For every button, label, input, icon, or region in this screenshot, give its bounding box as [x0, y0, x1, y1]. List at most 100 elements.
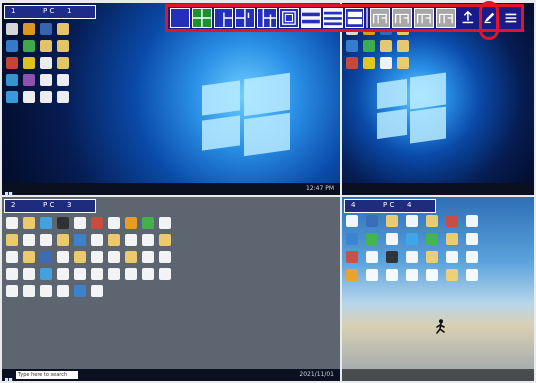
app-icon[interactable]: [6, 40, 18, 52]
file-icon[interactable]: [386, 269, 398, 281]
app-icon[interactable]: [74, 234, 86, 246]
app-icon[interactable]: [346, 269, 358, 281]
app-icon[interactable]: [23, 57, 35, 69]
search-input[interactable]: Type here to search: [16, 371, 78, 379]
file-icon[interactable]: [6, 217, 18, 229]
folder-icon[interactable]: [74, 251, 86, 263]
app-icon[interactable]: [366, 233, 378, 245]
app-icon[interactable]: [386, 251, 398, 263]
app-icon[interactable]: [346, 233, 358, 245]
display-a-icon[interactable]: [370, 8, 391, 28]
folder-icon[interactable]: [386, 215, 398, 227]
file-icon[interactable]: [74, 217, 86, 229]
display-d-icon[interactable]: [435, 8, 456, 28]
file-icon[interactable]: [108, 251, 120, 263]
layout-single-icon[interactable]: [170, 8, 190, 28]
layout-triple-icon[interactable]: [257, 8, 278, 28]
file-icon[interactable]: [40, 57, 52, 69]
file-icon[interactable]: [6, 285, 18, 297]
app-icon[interactable]: [346, 215, 358, 227]
quadrant-bottom-left[interactable]: 2 P C 3 Type here to search 2021/11/01: [2, 197, 340, 381]
layout-stack-2-icon[interactable]: [300, 8, 321, 28]
file-icon[interactable]: [466, 251, 478, 263]
app-icon[interactable]: [23, 40, 35, 52]
app-icon[interactable]: [346, 251, 358, 263]
menu-icon[interactable]: [501, 8, 521, 28]
folder-icon[interactable]: [446, 269, 458, 281]
folder-icon[interactable]: [23, 217, 35, 229]
file-icon[interactable]: [366, 269, 378, 281]
file-icon[interactable]: [23, 234, 35, 246]
app-icon[interactable]: [6, 23, 18, 35]
file-icon[interactable]: [386, 233, 398, 245]
app-icon[interactable]: [6, 91, 18, 103]
file-icon[interactable]: [108, 268, 120, 280]
layout-pip-icon[interactable]: [279, 8, 299, 28]
file-icon[interactable]: [6, 268, 18, 280]
folder-icon[interactable]: [57, 40, 69, 52]
app-icon[interactable]: [57, 217, 69, 229]
file-icon[interactable]: [91, 268, 103, 280]
file-icon[interactable]: [466, 215, 478, 227]
quadrant-bottom-right[interactable]: 4 P C 4: [342, 197, 534, 381]
app-icon[interactable]: [363, 40, 375, 52]
folder-icon[interactable]: [397, 57, 409, 69]
file-icon[interactable]: [57, 74, 69, 86]
folder-icon[interactable]: [57, 57, 69, 69]
file-icon[interactable]: [57, 268, 69, 280]
app-icon[interactable]: [40, 23, 52, 35]
file-icon[interactable]: [57, 285, 69, 297]
file-icon[interactable]: [142, 234, 154, 246]
layout-split-right-icon[interactable]: [235, 8, 256, 28]
file-icon[interactable]: [159, 268, 171, 280]
app-icon[interactable]: [426, 233, 438, 245]
folder-icon[interactable]: [108, 234, 120, 246]
file-icon[interactable]: [91, 251, 103, 263]
layout-stack-3-icon[interactable]: [322, 8, 343, 28]
file-icon[interactable]: [366, 251, 378, 263]
pane-tab[interactable]: 1 P C 1: [4, 5, 96, 19]
file-icon[interactable]: [446, 251, 458, 263]
folder-icon[interactable]: [57, 23, 69, 35]
app-icon[interactable]: [366, 215, 378, 227]
file-icon[interactable]: [23, 268, 35, 280]
file-icon[interactable]: [466, 269, 478, 281]
folder-icon[interactable]: [397, 40, 409, 52]
layout-quad-icon[interactable]: [191, 8, 212, 28]
app-icon[interactable]: [6, 57, 18, 69]
file-icon[interactable]: [142, 268, 154, 280]
file-icon[interactable]: [125, 234, 137, 246]
app-icon[interactable]: [346, 57, 358, 69]
folder-icon[interactable]: [446, 233, 458, 245]
file-icon[interactable]: [57, 91, 69, 103]
app-icon[interactable]: [6, 74, 18, 86]
folder-icon[interactable]: [380, 40, 392, 52]
pane-tab[interactable]: 4 P C 4: [344, 199, 436, 213]
folder-icon[interactable]: [159, 234, 171, 246]
upload-icon[interactable]: [457, 8, 478, 28]
app-icon[interactable]: [23, 74, 35, 86]
file-icon[interactable]: [466, 233, 478, 245]
file-icon[interactable]: [91, 285, 103, 297]
file-icon[interactable]: [40, 74, 52, 86]
file-icon[interactable]: [406, 269, 418, 281]
file-icon[interactable]: [23, 91, 35, 103]
file-icon[interactable]: [40, 285, 52, 297]
folder-icon[interactable]: [426, 215, 438, 227]
file-icon[interactable]: [40, 91, 52, 103]
app-icon[interactable]: [363, 57, 375, 69]
folder-icon[interactable]: [57, 234, 69, 246]
file-icon[interactable]: [74, 268, 86, 280]
file-icon[interactable]: [142, 251, 154, 263]
app-icon[interactable]: [346, 40, 358, 52]
file-icon[interactable]: [159, 251, 171, 263]
app-icon[interactable]: [446, 215, 458, 227]
file-icon[interactable]: [406, 251, 418, 263]
app-icon[interactable]: [125, 217, 137, 229]
file-icon[interactable]: [380, 57, 392, 69]
layout-split-left-icon[interactable]: [213, 8, 234, 28]
display-c-icon[interactable]: [413, 8, 434, 28]
folder-icon[interactable]: [6, 234, 18, 246]
folder-icon[interactable]: [125, 251, 137, 263]
file-icon[interactable]: [406, 215, 418, 227]
